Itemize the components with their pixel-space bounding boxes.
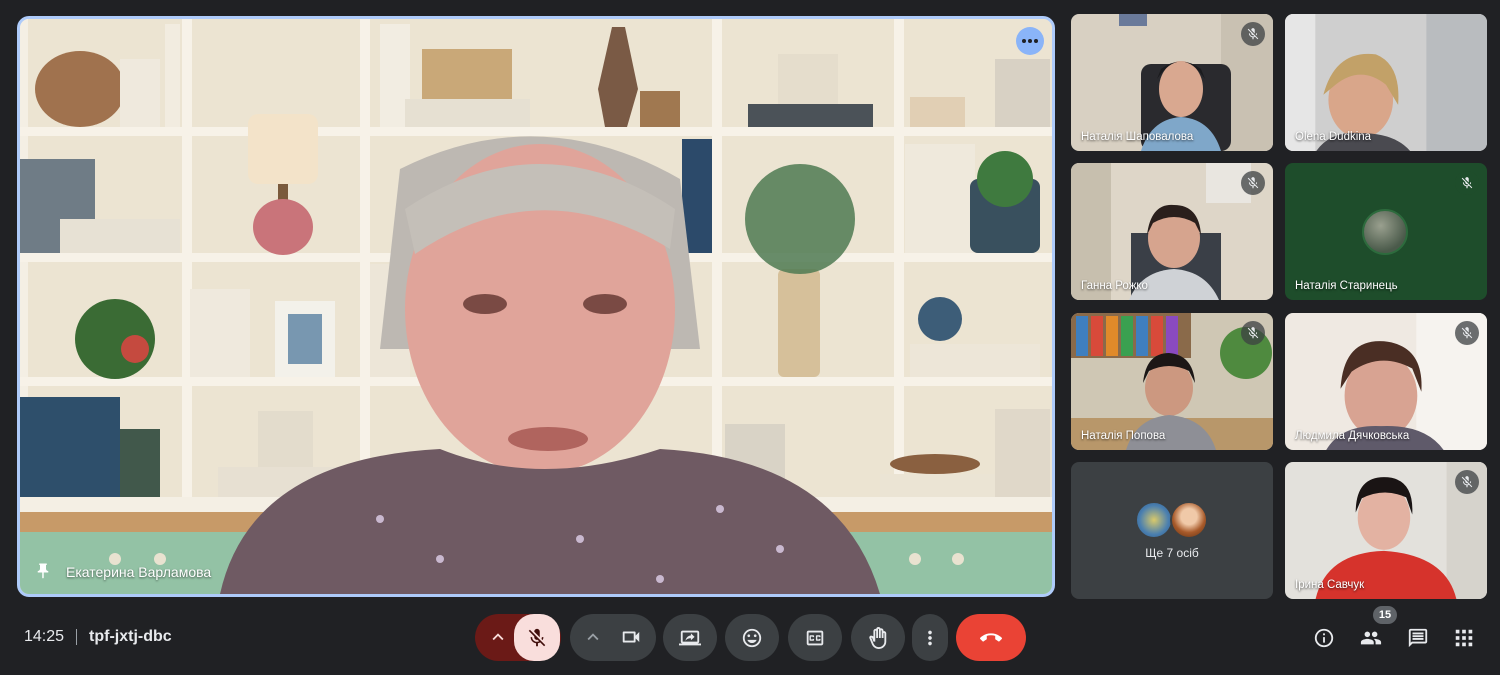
reactions-button[interactable] xyxy=(725,614,779,661)
participant-tile[interactable]: Людмила Дячковська xyxy=(1285,313,1487,450)
activities-icon xyxy=(1455,629,1473,647)
mic-off-icon xyxy=(1241,22,1265,46)
raise-hand-icon xyxy=(869,626,887,649)
end-call-button[interactable] xyxy=(956,614,1026,661)
participant-name: Ганна Рожко xyxy=(1081,280,1148,292)
participant-name: Ірина Савчук xyxy=(1295,579,1365,591)
meeting-code[interactable]: tpf-jxtj-dbc xyxy=(89,628,172,646)
mic-off-icon xyxy=(528,628,546,646)
mic-off-icon xyxy=(1455,321,1479,345)
main-speaker-tile[interactable]: Екатерина Варламова xyxy=(17,16,1055,597)
chat-icon xyxy=(1408,628,1428,648)
mic-off-icon xyxy=(1455,470,1479,494)
more-vert-icon xyxy=(928,630,932,645)
main-speaker-video xyxy=(20,19,1052,594)
captions-button[interactable] xyxy=(788,614,842,661)
others-tile[interactable]: Ще 7 осіб xyxy=(1071,462,1273,599)
people-icon xyxy=(1360,631,1382,645)
participant-avatar xyxy=(1135,501,1173,539)
mic-off-icon xyxy=(1455,171,1479,195)
participant-name: Наталія Старинець xyxy=(1295,280,1398,292)
meeting-time: 14:25 xyxy=(24,628,65,645)
chat-button[interactable] xyxy=(1403,623,1433,653)
participant-name: Наталія Попова xyxy=(1081,430,1166,442)
participant-tile[interactable]: Наталія Старинець xyxy=(1285,163,1487,300)
end-call-icon xyxy=(980,632,1002,642)
participant-tile[interactable]: Ірина Савчук xyxy=(1285,462,1487,599)
people-button[interactable] xyxy=(1356,623,1386,653)
others-count-label: Ще 7 осіб xyxy=(1145,546,1199,560)
participant-avatar xyxy=(1362,209,1408,255)
meeting-details-button[interactable] xyxy=(1309,623,1339,653)
participant-name: Людмила Дячковська xyxy=(1295,430,1410,442)
raise-hand-button[interactable] xyxy=(851,614,905,661)
more-options-button[interactable] xyxy=(1016,27,1044,55)
mic-off-icon xyxy=(1241,321,1265,345)
info-icon xyxy=(1314,628,1334,648)
camera-toggle-button[interactable] xyxy=(620,626,642,648)
more-horiz-icon xyxy=(1022,39,1026,43)
present-screen-button[interactable] xyxy=(663,614,717,661)
activities-button[interactable] xyxy=(1449,623,1479,653)
mic-toggle-button[interactable] xyxy=(514,614,560,661)
camera-control-group xyxy=(570,614,656,661)
camera-icon xyxy=(622,631,640,643)
participant-avatar xyxy=(1170,501,1208,539)
more-options-button[interactable] xyxy=(912,614,948,661)
chevron-up-icon[interactable] xyxy=(487,626,509,648)
mic-off-icon xyxy=(1241,171,1265,195)
participant-count-badge: 15 xyxy=(1373,606,1397,624)
participant-tile[interactable]: Наталія Попова xyxy=(1071,313,1273,450)
participant-name: Наталія Шаповалова xyxy=(1081,131,1194,143)
pin-icon[interactable] xyxy=(34,562,52,580)
emoji-icon xyxy=(742,628,762,647)
captions-icon xyxy=(806,630,824,645)
participant-name: Olena Dudkina xyxy=(1295,131,1372,143)
participant-tile[interactable]: Olena Dudkina xyxy=(1285,14,1487,151)
chevron-up-icon[interactable] xyxy=(582,626,604,648)
meeting-info: 14:25 tpf-jxtj-dbc xyxy=(24,628,172,646)
present-screen-icon xyxy=(679,630,701,645)
participant-tile[interactable]: Ганна Рожко xyxy=(1071,163,1273,300)
divider xyxy=(76,629,78,645)
participant-tile[interactable]: Наталія Шаповалова xyxy=(1071,14,1273,151)
call-controls-bar: 14:25 tpf-jxtj-dbc 15 xyxy=(0,606,1500,675)
main-speaker-name: Екатерина Варламова xyxy=(66,564,212,580)
